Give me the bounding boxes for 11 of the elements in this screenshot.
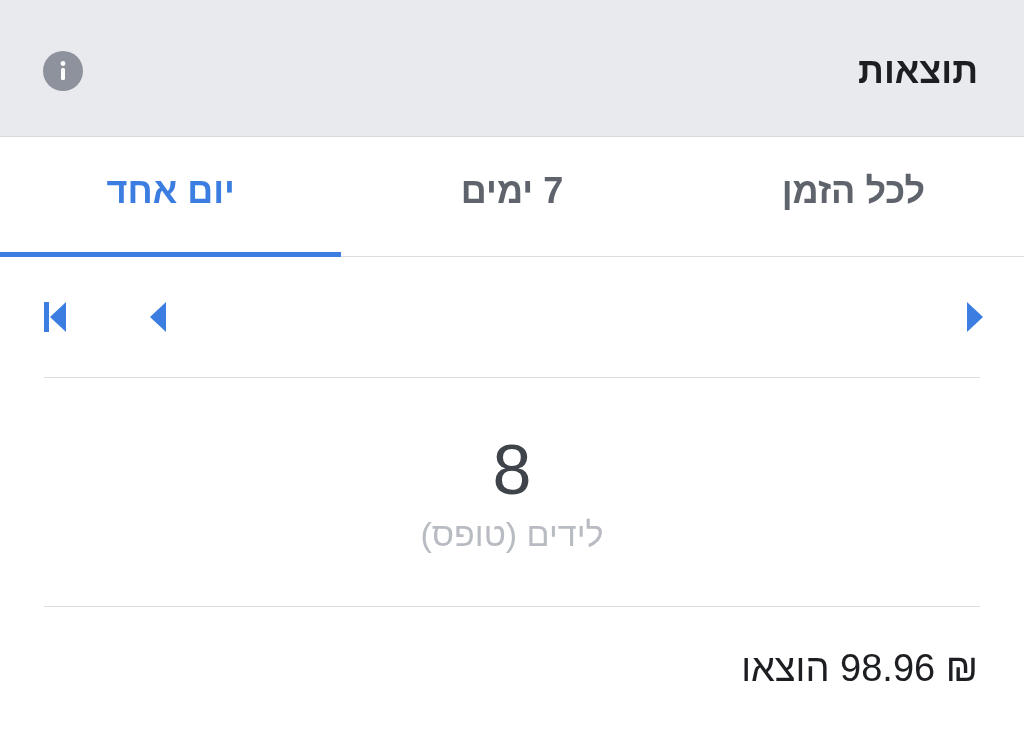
caret-right-icon[interactable] xyxy=(967,302,983,332)
skip-start-icon[interactable] xyxy=(44,302,66,332)
lead-count-label: לידים (טופס) xyxy=(420,514,604,554)
period-tab[interactable]: לכל הזמן xyxy=(682,137,1024,257)
period-tab[interactable]: 7 ימים xyxy=(341,137,683,257)
caret-left-icon[interactable] xyxy=(150,302,166,332)
period-tab[interactable]: יום אחד xyxy=(0,137,342,257)
header-title: תוצאות xyxy=(858,50,978,92)
info-icon[interactable] xyxy=(43,51,83,91)
amount-spent-text: ₪ 98.96 הוצאו xyxy=(741,647,978,689)
lead-count: 8 xyxy=(492,434,532,505)
